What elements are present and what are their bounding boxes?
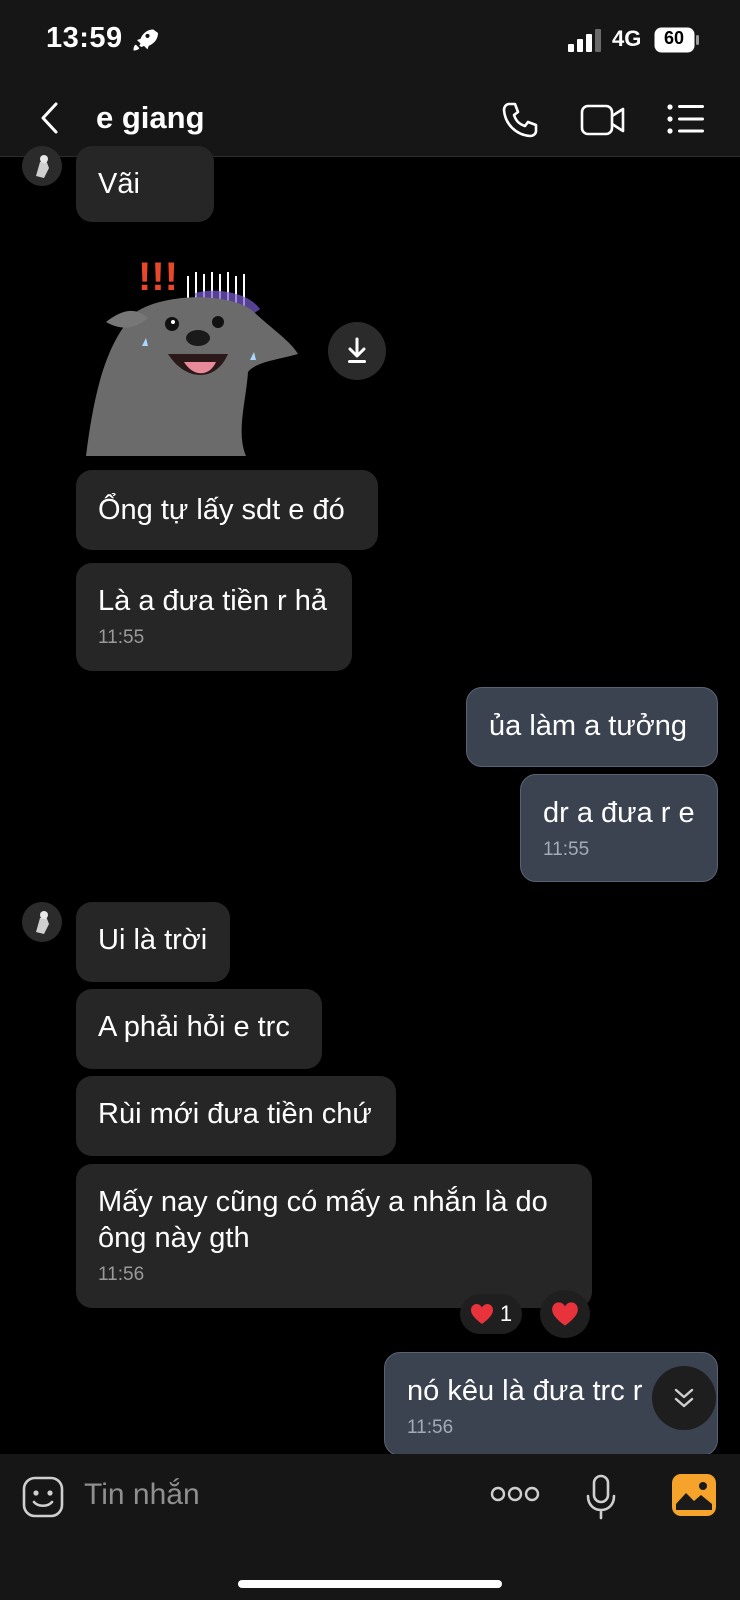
avatar-image [22, 146, 62, 186]
network-type: 4G [612, 26, 642, 51]
message-input[interactable]: Tin nhắn [84, 1478, 200, 1512]
video-call-icon[interactable] [580, 102, 626, 138]
phone-call-icon[interactable] [500, 100, 540, 140]
heart-icon [470, 1304, 493, 1324]
message-bubble[interactable]: A phải hỏi e trc [76, 989, 322, 1069]
home-indicator [238, 1580, 502, 1588]
message-text: Vãi [98, 168, 140, 200]
message-bubble[interactable]: ủa làm a tưởng [466, 687, 718, 767]
status-bar: 13:59 4G 60 [0, 0, 740, 82]
heart-icon [552, 1302, 578, 1326]
microphone-icon[interactable] [584, 1474, 618, 1520]
message-bubble[interactable]: dr a đưa r e 11:55 [520, 774, 718, 882]
photo-gallery-icon[interactable] [672, 1474, 716, 1516]
dog-sticker[interactable]: !!! [86, 242, 314, 456]
signal-icon [568, 29, 601, 52]
back-arrow-icon[interactable] [36, 98, 66, 138]
menu-list-icon[interactable] [666, 102, 706, 136]
message-time: 11:55 [543, 839, 590, 860]
message-bubble[interactable]: Rùi mới đưa tiền chứ [76, 1076, 396, 1156]
message-bubble[interactable]: Ui là trời [76, 902, 230, 982]
avatar[interactable] [22, 902, 62, 942]
reaction-count: 1 [499, 1301, 513, 1326]
download-icon [348, 337, 366, 363]
download-button[interactable] [328, 322, 386, 380]
message-bubble[interactable]: Ổng tự lấy sdt e đó [76, 470, 378, 550]
message-bubble[interactable]: Là a đưa tiền r hả 11:55 [76, 563, 352, 671]
message-text: Ổng tự lấy sdt e đó [98, 494, 345, 526]
react-heart-button[interactable] [540, 1290, 590, 1338]
composer-bar: Tin nhắn [0, 1454, 740, 1600]
double-chevron-down-icon [674, 1388, 694, 1408]
sticker-emoji-icon[interactable] [22, 1476, 64, 1518]
message-text: Ui là trời [98, 924, 208, 956]
avatar[interactable] [22, 146, 62, 186]
more-options-icon[interactable] [490, 1486, 540, 1502]
message-text: A phải hỏi e trc [98, 1011, 290, 1043]
message-text: ủa làm a tưởng [489, 710, 688, 742]
message-time: 11:55 [98, 627, 145, 648]
reaction-summary[interactable]: 1 [460, 1294, 522, 1334]
avatar-image [22, 902, 62, 942]
message-text: Rùi mới đưa tiền chứ [98, 1098, 372, 1130]
sticker-exclaim: !!! [138, 255, 178, 299]
message-text: Là a đưa tiền r hả [98, 585, 328, 617]
scroll-to-bottom-button[interactable] [652, 1366, 716, 1430]
message-text: Mấy nay cũng có mấy a nhắn là do ông này… [98, 1186, 548, 1254]
rocket-icon [133, 29, 158, 51]
contact-name[interactable]: e giang [96, 100, 205, 136]
battery-level: 60 [663, 28, 685, 48]
message-bubble[interactable]: Mấy nay cũng có mấy a nhắn là do ông này… [76, 1164, 592, 1308]
message-text: dr a đưa r e [543, 797, 695, 829]
message-bubble[interactable]: Vãi [76, 146, 214, 222]
status-time: 13:59 [46, 22, 123, 54]
message-time: 11:56 [98, 1264, 145, 1285]
